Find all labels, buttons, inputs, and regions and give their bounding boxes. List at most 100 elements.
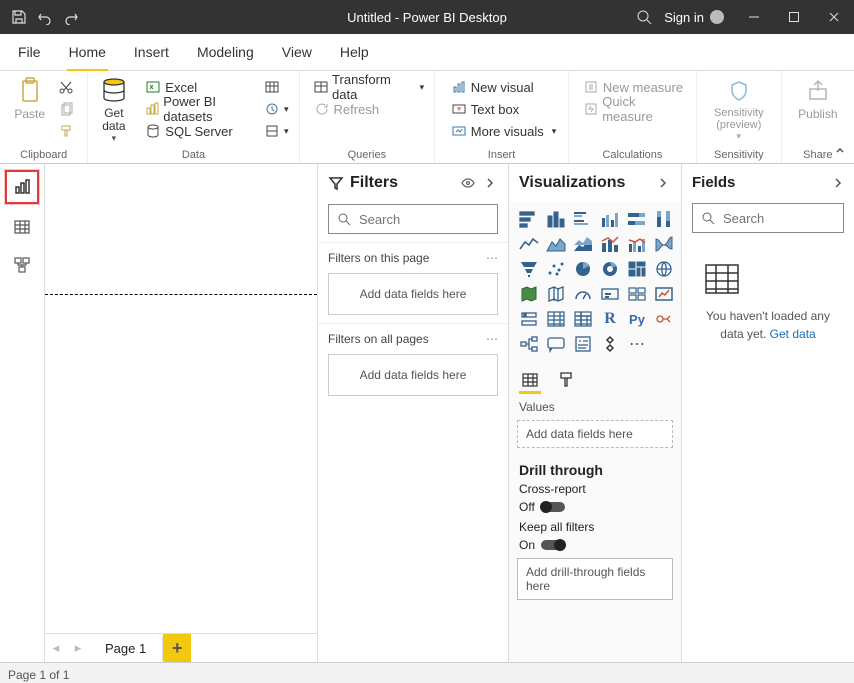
viz-gauge[interactable] bbox=[571, 283, 595, 305]
viz-pie[interactable] bbox=[571, 258, 595, 280]
viz-100-stacked-column[interactable] bbox=[652, 208, 676, 230]
menu-help[interactable]: Help bbox=[338, 38, 371, 66]
viz-qna[interactable] bbox=[544, 333, 568, 355]
filters-on-all-drop[interactable]: Add data fields here bbox=[328, 354, 498, 396]
viz-line-clustered-column[interactable] bbox=[625, 233, 649, 255]
signin-button[interactable]: Sign in bbox=[654, 10, 734, 25]
viz-area[interactable] bbox=[544, 233, 568, 255]
eye-icon[interactable] bbox=[460, 175, 476, 191]
viz-matrix[interactable] bbox=[571, 308, 595, 330]
viz-multi-card[interactable] bbox=[625, 283, 649, 305]
more-icon[interactable]: ⋯ bbox=[486, 251, 498, 265]
titlebar-search-icon[interactable] bbox=[634, 7, 654, 27]
viz-ribbon[interactable] bbox=[652, 233, 676, 255]
page-tabs: ◂ ▸ Page 1 + bbox=[45, 633, 317, 662]
viz-card[interactable] bbox=[598, 283, 622, 305]
redo-icon[interactable] bbox=[60, 6, 82, 28]
cross-report-toggle[interactable]: Off bbox=[519, 500, 565, 514]
maximize-button[interactable] bbox=[774, 0, 814, 34]
data-view-button[interactable] bbox=[7, 212, 37, 242]
viz-key-influencers[interactable] bbox=[652, 308, 676, 330]
report-canvas[interactable] bbox=[45, 164, 317, 633]
pbi-datasets-button[interactable]: Power BI datasets bbox=[141, 99, 254, 119]
copy-button[interactable] bbox=[54, 99, 78, 119]
viz-map[interactable] bbox=[652, 258, 676, 280]
publish-button[interactable]: Publish bbox=[790, 75, 846, 149]
viz-stacked-bar[interactable] bbox=[517, 208, 541, 230]
menu-insert[interactable]: Insert bbox=[132, 38, 171, 66]
dataverse-button[interactable]: ▾ bbox=[260, 121, 293, 141]
viz-decomposition-tree[interactable] bbox=[517, 333, 541, 355]
group-clipboard-label: Clipboard bbox=[20, 149, 67, 161]
next-page-button[interactable]: ▸ bbox=[67, 637, 89, 659]
viz-line-stacked-column[interactable] bbox=[598, 233, 622, 255]
viz-title: Visualizations bbox=[519, 174, 625, 192]
report-view-button[interactable] bbox=[5, 170, 39, 204]
viz-shape-map[interactable] bbox=[544, 283, 568, 305]
sql-server-button[interactable]: SQL Server bbox=[141, 121, 254, 141]
page-tab-1[interactable]: Page 1 bbox=[89, 637, 163, 660]
collapse-fields-icon[interactable] bbox=[832, 177, 844, 189]
add-page-button[interactable]: + bbox=[163, 634, 191, 662]
filters-search-input[interactable] bbox=[357, 211, 489, 228]
viz-100-stacked-bar[interactable] bbox=[625, 208, 649, 230]
viz-clustered-bar[interactable] bbox=[571, 208, 595, 230]
viz-slicer[interactable] bbox=[517, 308, 541, 330]
viz-clustered-column[interactable] bbox=[598, 208, 622, 230]
viz-table[interactable] bbox=[544, 308, 568, 330]
recent-sources-button[interactable]: ▾ bbox=[260, 99, 293, 119]
fields-search[interactable] bbox=[692, 203, 844, 233]
enter-data-button[interactable] bbox=[260, 77, 293, 97]
viz-kpi[interactable] bbox=[652, 283, 676, 305]
viz-r[interactable]: R bbox=[598, 308, 622, 330]
save-icon[interactable] bbox=[8, 6, 30, 28]
viz-scatter[interactable] bbox=[544, 258, 568, 280]
quick-measure-button[interactable]: Quick measure bbox=[579, 99, 690, 119]
viz-get-visuals[interactable] bbox=[598, 333, 622, 355]
collapse-filters-icon[interactable] bbox=[482, 175, 498, 191]
undo-icon[interactable] bbox=[34, 6, 56, 28]
viz-filled-map[interactable] bbox=[517, 283, 541, 305]
collapse-viz-icon[interactable] bbox=[655, 175, 671, 191]
viz-donut[interactable] bbox=[598, 258, 622, 280]
viz-treemap[interactable] bbox=[625, 258, 649, 280]
refresh-button[interactable]: Refresh bbox=[310, 99, 429, 119]
menu-view[interactable]: View bbox=[280, 38, 314, 66]
more-icon[interactable]: ⋯ bbox=[486, 332, 498, 346]
get-data-button[interactable]: Get data ▾ bbox=[94, 75, 133, 149]
format-painter-button[interactable] bbox=[54, 121, 78, 141]
filters-on-page-drop[interactable]: Add data fields here bbox=[328, 273, 498, 315]
values-drop[interactable]: Add data fields here bbox=[517, 420, 673, 448]
viz-more[interactable]: ⋯ bbox=[625, 333, 649, 355]
new-visual-button[interactable]: New visual bbox=[447, 77, 561, 97]
prev-page-button[interactable]: ◂ bbox=[45, 637, 67, 659]
viz-line[interactable] bbox=[517, 233, 541, 255]
fields-search-input[interactable] bbox=[721, 210, 835, 227]
text-box-button[interactable]: Text box bbox=[447, 99, 561, 119]
minimize-button[interactable] bbox=[734, 0, 774, 34]
get-data-link[interactable]: Get data bbox=[770, 327, 816, 341]
fields-tab[interactable] bbox=[519, 369, 541, 394]
sensitivity-icon bbox=[725, 77, 753, 105]
canvas-guide-line bbox=[45, 294, 317, 295]
viz-stacked-column[interactable] bbox=[544, 208, 568, 230]
viz-funnel[interactable] bbox=[517, 258, 541, 280]
drill-drop[interactable]: Add drill-through fields here bbox=[517, 558, 673, 600]
viz-narrative[interactable] bbox=[571, 333, 595, 355]
viz-stacked-area[interactable] bbox=[571, 233, 595, 255]
close-button[interactable] bbox=[814, 0, 854, 34]
keep-all-toggle[interactable]: On bbox=[519, 538, 565, 552]
menu-home[interactable]: Home bbox=[67, 38, 108, 66]
viz-python[interactable]: Py bbox=[625, 308, 649, 330]
more-visuals-button[interactable]: More visuals▾ bbox=[447, 121, 561, 141]
paste-button[interactable]: Paste bbox=[10, 75, 50, 149]
menu-modeling[interactable]: Modeling bbox=[195, 38, 256, 66]
model-view-button[interactable] bbox=[7, 250, 37, 280]
cut-button[interactable] bbox=[54, 77, 78, 97]
filters-search[interactable] bbox=[328, 204, 498, 234]
ribbon-collapse-button[interactable] bbox=[834, 145, 846, 157]
sensitivity-button[interactable]: Sensitivity (preview) ▾ bbox=[704, 75, 774, 149]
format-tab[interactable] bbox=[555, 369, 577, 391]
menu-file[interactable]: File bbox=[16, 38, 43, 66]
transform-data-button[interactable]: Transform data▾ bbox=[310, 77, 429, 97]
